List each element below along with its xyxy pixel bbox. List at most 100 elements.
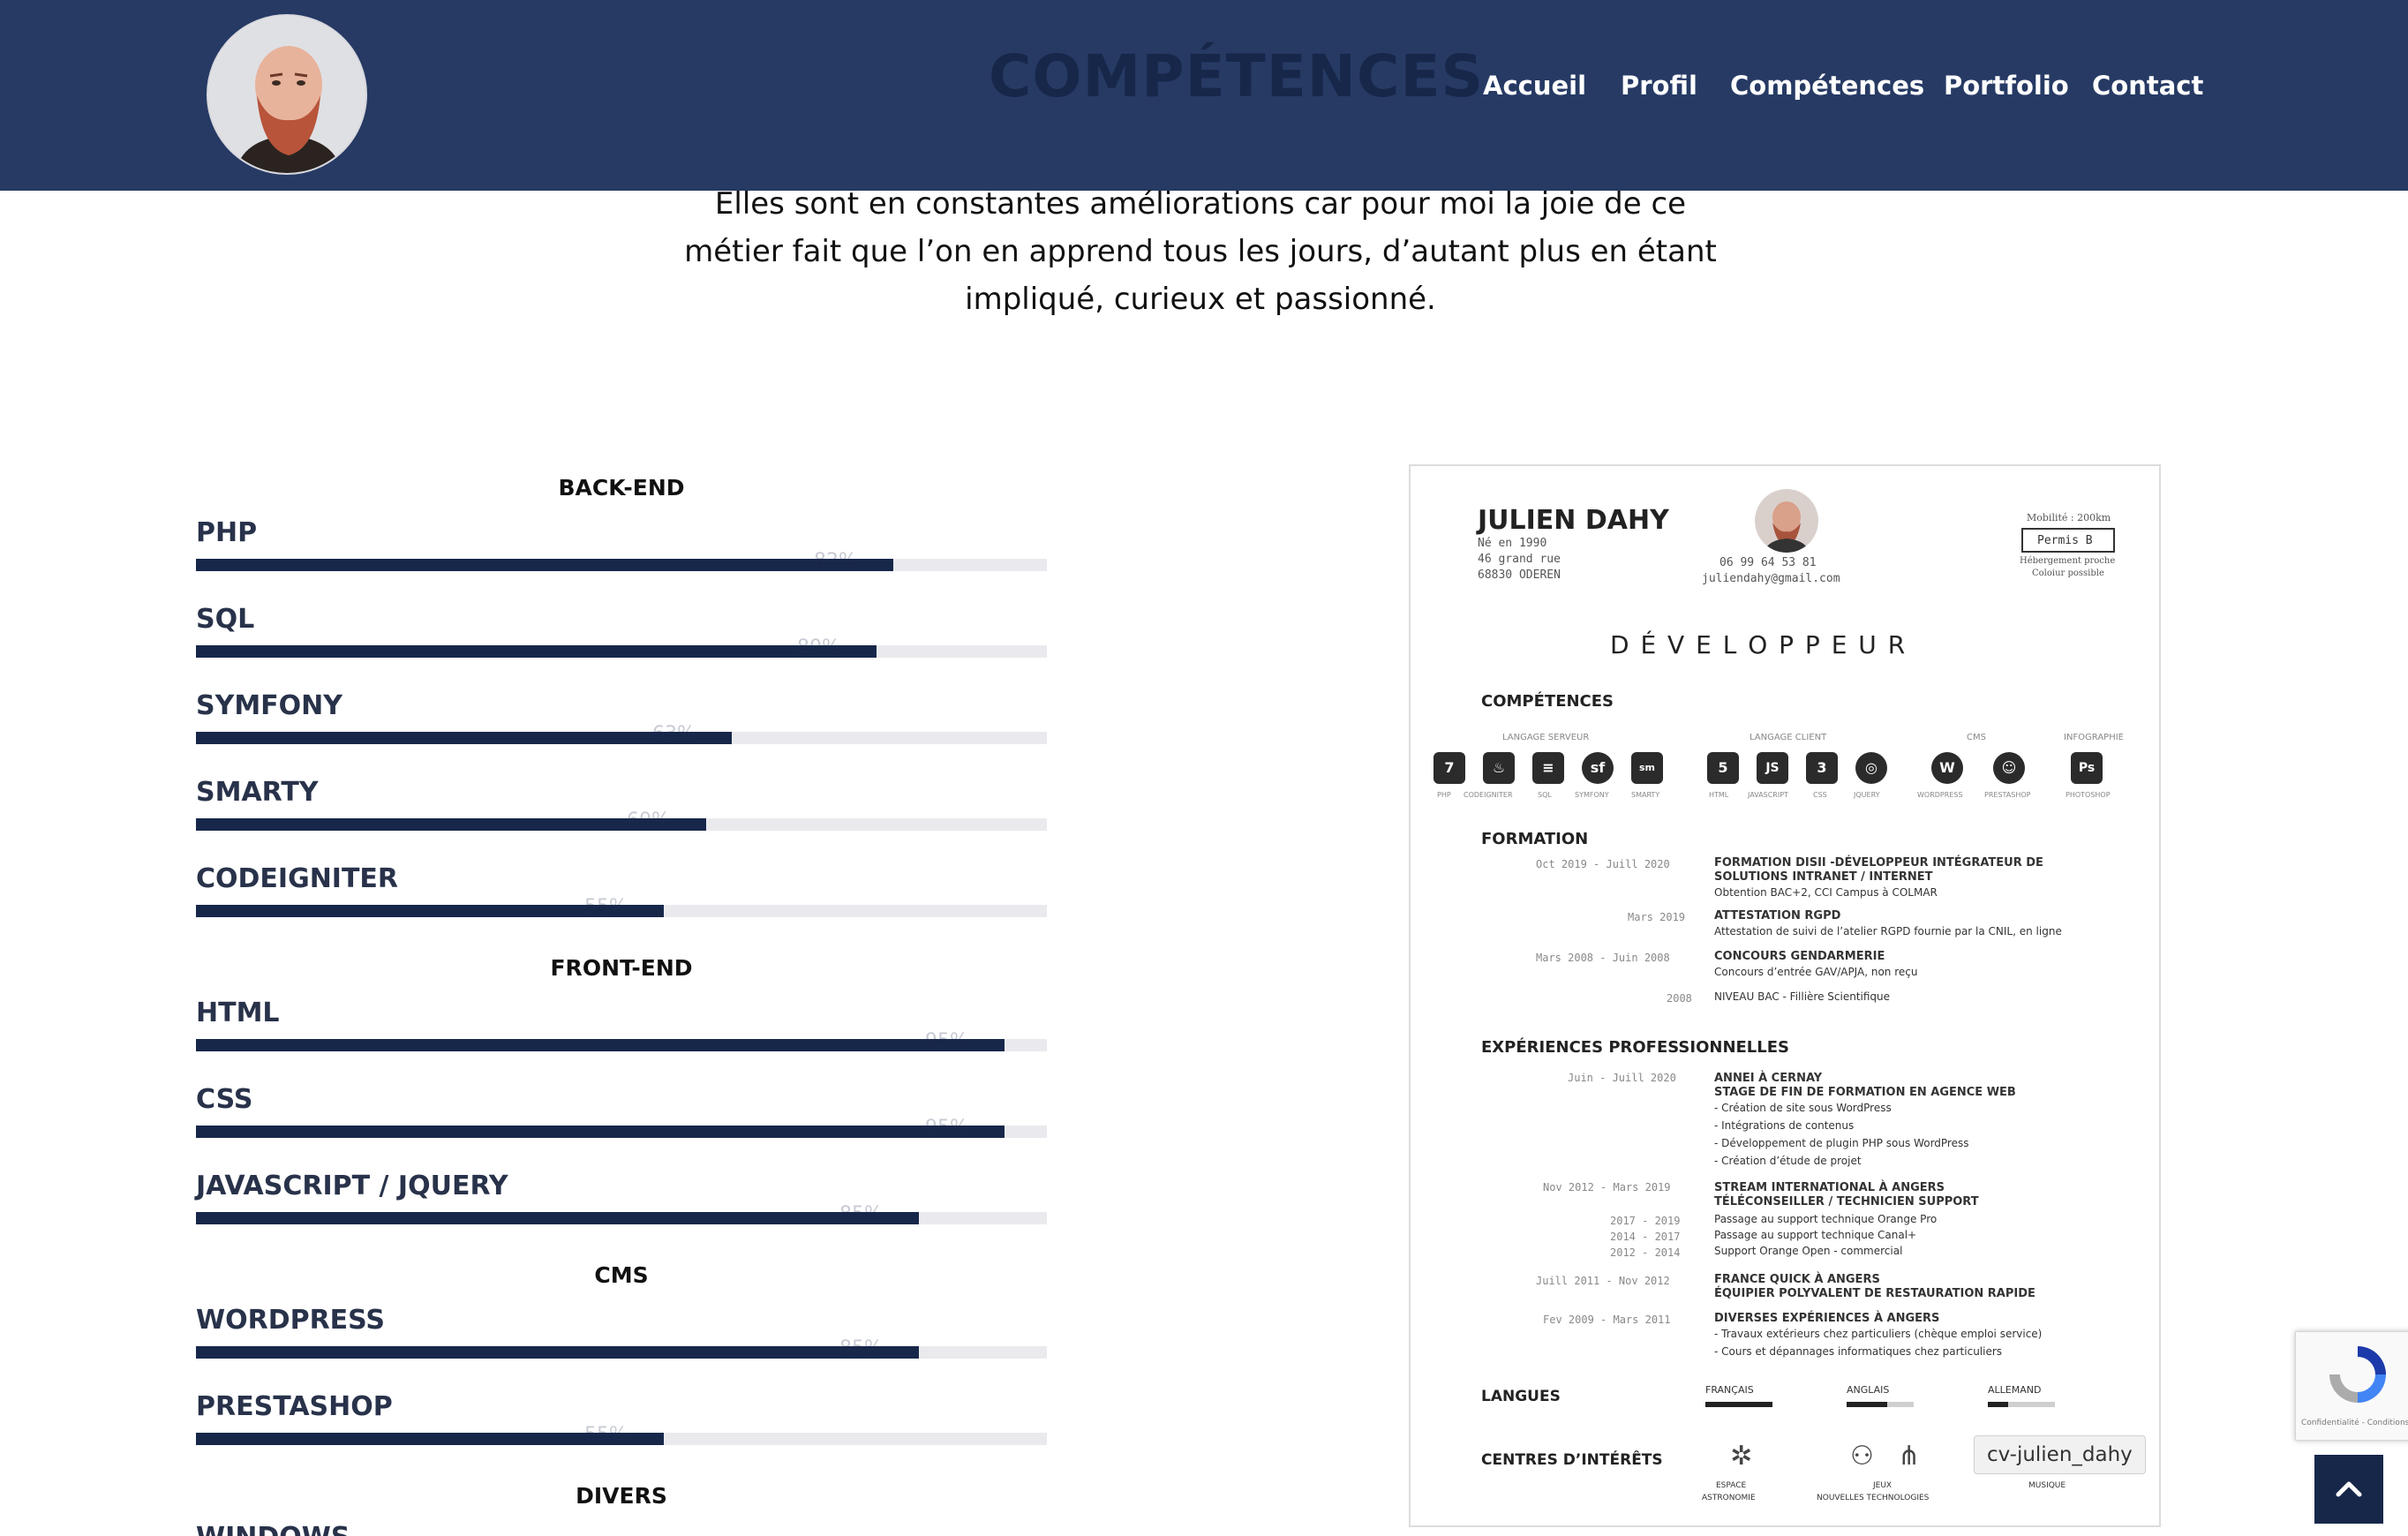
cv-job-title: D É V E L O P P E U R bbox=[1610, 630, 1908, 659]
cv-icon-label: SMARTY bbox=[1631, 791, 1660, 799]
cv-exp-date: 2014 - 2017 bbox=[1610, 1231, 1681, 1243]
cv-interests-title: CENTRES D’INTÉRÊTS bbox=[1481, 1451, 1663, 1469]
skill-percent: 60% bbox=[627, 809, 670, 832]
cv-street: 46 grand rue bbox=[1478, 553, 1561, 566]
avatar[interactable] bbox=[207, 14, 367, 175]
cv-exp-date: Juin - Juill 2020 bbox=[1568, 1072, 1676, 1084]
cv-icon-label: JQUERY bbox=[1854, 791, 1880, 799]
smarty-icon: sm bbox=[1631, 752, 1663, 784]
cv-exp-line: STAGE DE FIN DE FORMATION EN AGENCE WEB bbox=[1714, 1086, 2016, 1099]
cv-icon-label: SYMFONY bbox=[1575, 791, 1609, 799]
skill-name-php: PHP bbox=[196, 517, 258, 548]
skill-bar-symfony: 63% bbox=[196, 723, 1047, 745]
cv-interest: ESPACE bbox=[1716, 1481, 1747, 1490]
cv-interest: ASTRONOMIE bbox=[1702, 1494, 1756, 1502]
nav-item-accueil[interactable]: Accueil bbox=[1483, 71, 1586, 101]
cv-phone: 06 99 64 53 81 bbox=[1719, 556, 1817, 569]
skill-percent: 95% bbox=[925, 1030, 968, 1052]
cv-lang-bar bbox=[1988, 1402, 2055, 1407]
cv-lang-name: ALLEMAND bbox=[1988, 1384, 2042, 1396]
nav-item-portfolio[interactable]: Portfolio bbox=[1944, 71, 2069, 101]
intro-text: Elles sont en constantes améliorations c… bbox=[671, 180, 1730, 323]
skill-percent: 95% bbox=[925, 1117, 968, 1139]
cv-exp-date: 2012 - 2014 bbox=[1610, 1246, 1681, 1259]
cv-housing: Hébergement proche bbox=[2020, 556, 2116, 566]
cv-skills-title: COMPÉTENCES bbox=[1481, 692, 1614, 711]
nav-item-profil[interactable]: Profil bbox=[1621, 71, 1697, 101]
cv-exp-line: - Cours et dépannages informatiques chez… bbox=[1714, 1345, 2003, 1358]
cv-exp-date: 2017 - 2019 bbox=[1610, 1215, 1681, 1227]
sql-icon: ≡ bbox=[1532, 752, 1564, 784]
back-to-top-button[interactable] bbox=[2314, 1455, 2383, 1524]
nav-item-competences[interactable]: Compétences bbox=[1730, 71, 1924, 101]
photoshop-icon: Ps bbox=[2071, 752, 2103, 784]
codeigniter-icon: ♨ bbox=[1483, 752, 1515, 784]
cv-lang-bar bbox=[1847, 1402, 1914, 1407]
skill-name-css: CSS bbox=[196, 1084, 253, 1115]
cv-lang-fill bbox=[1847, 1402, 1887, 1407]
cv-exp-line: Passage au support technique Canal+ bbox=[1714, 1229, 1917, 1241]
cv-training-date: 2008 bbox=[1667, 992, 1692, 1005]
cv-cat-cms: CMS bbox=[1967, 733, 1986, 742]
cv-exp-line: - Travaux extérieurs chez particuliers (… bbox=[1714, 1328, 2043, 1340]
skill-bar-wordpress: 85% bbox=[196, 1337, 1047, 1359]
skill-bar-fill bbox=[196, 645, 877, 658]
section-title-cms: CMS bbox=[594, 1262, 649, 1288]
cv-image[interactable]: JULIEN DAHY Né en 1990 46 grand rue 6883… bbox=[1409, 464, 2161, 1527]
telescope-icon: ✲ bbox=[1730, 1441, 1753, 1472]
recaptcha-links[interactable]: Confidentialité - Conditions bbox=[2301, 1419, 2408, 1427]
cv-photo bbox=[1755, 489, 1818, 553]
recaptcha-badge[interactable]: Confidentialité - Conditions bbox=[2295, 1331, 2408, 1441]
wordpress-icon: W bbox=[1931, 752, 1963, 784]
cv-interest: JEUX bbox=[1873, 1481, 1893, 1490]
cv-exp-date: Juill 2011 - Nov 2012 bbox=[1536, 1275, 1670, 1287]
cv-icon-label: CODEIGNITER bbox=[1464, 791, 1513, 799]
html-icon: 5 bbox=[1707, 752, 1739, 784]
skill-name-smarty: SMARTY bbox=[196, 777, 319, 808]
skill-percent: 55% bbox=[584, 1424, 628, 1446]
skill-bar-fill bbox=[196, 1212, 919, 1224]
avatar-icon bbox=[208, 16, 365, 173]
page-title: COMPÉTENCES bbox=[989, 42, 1485, 110]
cv-training-date: Mars 2019 bbox=[1628, 911, 1686, 923]
prestashop-icon: ☺ bbox=[1993, 752, 2025, 784]
cv-exp-line: - Création d’étude de projet bbox=[1714, 1155, 1862, 1167]
section-title-front-end: FRONT-END bbox=[550, 955, 693, 981]
skill-percent: 85% bbox=[839, 1203, 883, 1225]
cv-name: JULIEN DAHY bbox=[1478, 505, 1669, 536]
skill-percent: 85% bbox=[839, 1337, 883, 1359]
cv-permit: Permis B bbox=[2037, 534, 2093, 547]
cv-cat-infographie: INFOGRAPHIE bbox=[2064, 733, 2125, 742]
cv-exp-date: Nov 2012 - Mars 2019 bbox=[1543, 1181, 1671, 1193]
cv-lang-name: ANGLAIS bbox=[1847, 1384, 1890, 1396]
chevron-up-icon bbox=[2336, 1481, 2362, 1497]
cv-photo-icon bbox=[1764, 501, 1810, 553]
skill-bar-fill bbox=[196, 1039, 1005, 1051]
cv-exp-line: STREAM INTERNATIONAL À ANGERS bbox=[1714, 1181, 1945, 1194]
skill-bar-fill bbox=[196, 732, 732, 744]
cv-lang-fill bbox=[1988, 1402, 2008, 1407]
javascript-icon: JS bbox=[1757, 752, 1788, 784]
skill-bar-fill bbox=[196, 1346, 919, 1359]
symfony-icon: sf bbox=[1582, 752, 1614, 784]
cv-interest: NOUVELLES TECHNOLOGIES bbox=[1817, 1494, 1930, 1502]
cv-icon-label: WORDPRESS bbox=[1917, 791, 1963, 799]
skill-bar-sql: 80% bbox=[196, 636, 1047, 659]
skill-bar-css: 95% bbox=[196, 1117, 1047, 1139]
cv-training-title: FORMATION bbox=[1481, 830, 1589, 848]
skill-name-windows: WINDOWS bbox=[196, 1522, 350, 1536]
cv-training-item: SOLUTIONS INTRANET / INTERNET bbox=[1714, 870, 1933, 884]
network-icon: ⋔ bbox=[1898, 1441, 1921, 1472]
skill-name-sql: SQL bbox=[196, 604, 255, 635]
nav-item-contact[interactable]: Contact bbox=[2092, 71, 2203, 101]
cv-mobility: Mobilité : 200km bbox=[2027, 512, 2111, 523]
cv-training-desc: Concours d’entrée GAV/APJA, non reçu bbox=[1714, 966, 1918, 978]
skill-bar-prestashop: 55% bbox=[196, 1424, 1047, 1446]
cv-training-desc: Attestation de suivi de l’atelier RGPD f… bbox=[1714, 925, 2062, 937]
cv-interest: MUSIQUE bbox=[2028, 1481, 2066, 1490]
cv-lang-name: FRANÇAIS bbox=[1705, 1384, 1754, 1396]
cv-exp-line: TÉLÉCONSEILLER / TECHNICIEN SUPPORT bbox=[1714, 1195, 1979, 1208]
cv-lang-fill bbox=[1705, 1402, 1772, 1407]
cv-training-item: NIVEAU BAC - Fillière Scientifique bbox=[1714, 990, 1891, 1003]
skill-name-html: HTML bbox=[196, 998, 280, 1028]
